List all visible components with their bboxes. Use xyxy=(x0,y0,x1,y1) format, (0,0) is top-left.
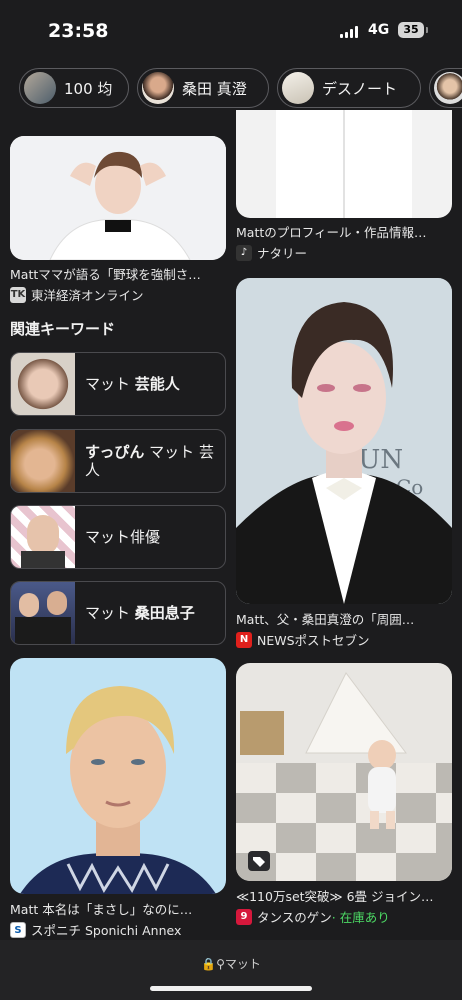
result-caption[interactable]: Matt、父・桑田真澄の「周囲… xyxy=(236,609,452,628)
related-keywords-heading: 関連キーワード xyxy=(10,320,116,338)
portrait-image xyxy=(10,136,226,260)
chip-label: 100 均 xyxy=(64,79,113,98)
tansu-no-gen-icon: 9 xyxy=(236,908,252,925)
keyword-label: マット 芸能人 xyxy=(85,375,180,393)
status-bar: 23:58 4G 35 xyxy=(0,0,462,62)
result-source[interactable]: ♪ ナタリー xyxy=(236,243,307,262)
result-source[interactable]: S スポニチ Sponichi Annex xyxy=(10,920,181,939)
news-post-seven-icon: N xyxy=(236,631,252,648)
chip-death-note[interactable]: デスノート xyxy=(277,68,421,108)
avatar xyxy=(434,72,462,104)
result-image-profile[interactable] xyxy=(236,110,452,218)
source-name: タンスのゲン xyxy=(257,910,332,925)
result-source[interactable]: 9 タンスのゲン · 在庫あり xyxy=(236,907,390,926)
result-image-joint-mat[interactable] xyxy=(236,663,452,881)
keyword-card[interactable]: マット 桑田息子 xyxy=(10,581,226,645)
avatar xyxy=(142,72,174,104)
source-name: ナタリー xyxy=(257,246,308,261)
source-name: 東洋経済オンライン xyxy=(31,288,144,303)
portrait-image: JUN Co xyxy=(236,278,452,604)
network-type: 4G xyxy=(368,22,390,38)
tag-icon xyxy=(248,851,270,871)
toyo-keizai-icon: TK xyxy=(10,286,26,303)
result-caption[interactable]: Mattママが語る「野球を強制さ… xyxy=(10,264,226,283)
result-image-matt-2[interactable] xyxy=(10,658,226,894)
result-source[interactable]: N NEWSポストセブン xyxy=(236,630,370,649)
home-indicator[interactable] xyxy=(150,986,312,991)
keyword-label: マット俳優 xyxy=(85,528,161,546)
product-image xyxy=(236,663,452,881)
chip-label: デスノート xyxy=(322,79,398,98)
battery-icon: 35 xyxy=(398,22,428,38)
keyword-thumbnail xyxy=(11,506,75,568)
source-name: NEWSポストセブン xyxy=(257,633,370,648)
result-caption[interactable]: Matt 本名は「まさし」なのに… xyxy=(10,899,226,918)
chip-kuwata-masumi[interactable]: 桑田 真澄 xyxy=(137,68,269,108)
chip-more[interactable] xyxy=(429,68,462,108)
keyword-thumbnail xyxy=(11,430,75,492)
result-image-matt-3[interactable]: JUN Co xyxy=(236,278,452,604)
result-source[interactable]: TK 東洋経済オンライン xyxy=(10,285,144,304)
keyword-card[interactable]: マット俳優 xyxy=(10,505,226,569)
signal-icon xyxy=(340,26,358,38)
lock-icon: 🔒 xyxy=(201,957,217,971)
avatar xyxy=(24,72,56,104)
address-bar[interactable]: 🔒⚲マット xyxy=(0,955,462,972)
keyword-card[interactable]: すっぴん マット 芸人 xyxy=(10,429,226,493)
keyword-thumbnail xyxy=(11,353,75,415)
natalie-icon: ♪ xyxy=(236,244,252,261)
result-caption[interactable]: ≪110万set突破≫ 6畳 ジョイン… xyxy=(236,886,452,905)
result-image-matt-1[interactable] xyxy=(10,136,226,260)
related-search-chips: 100 均 桑田 真澄 デスノート xyxy=(0,66,462,112)
sponichi-icon: S xyxy=(10,921,26,938)
url-text: マット xyxy=(224,957,261,971)
keyword-label: すっぴん マット 芸人 xyxy=(85,443,214,479)
avatar xyxy=(282,72,314,104)
keyword-label: マット 桑田息子 xyxy=(85,604,195,622)
shirt-image xyxy=(236,110,452,218)
in-stock-label: · 在庫あり xyxy=(331,910,390,925)
chip-100-kin[interactable]: 100 均 xyxy=(19,68,129,108)
source-name: スポニチ Sponichi Annex xyxy=(31,923,182,938)
result-caption[interactable]: Mattのプロフィール・作品情報… xyxy=(236,222,452,241)
chip-label: 桑田 真澄 xyxy=(182,79,247,98)
status-time: 23:58 xyxy=(48,20,109,42)
keyword-thumbnail xyxy=(11,582,75,644)
search-icon: ⚲ xyxy=(216,957,225,971)
keyword-card[interactable]: マット 芸能人 xyxy=(10,352,226,416)
portrait-image xyxy=(10,658,226,894)
